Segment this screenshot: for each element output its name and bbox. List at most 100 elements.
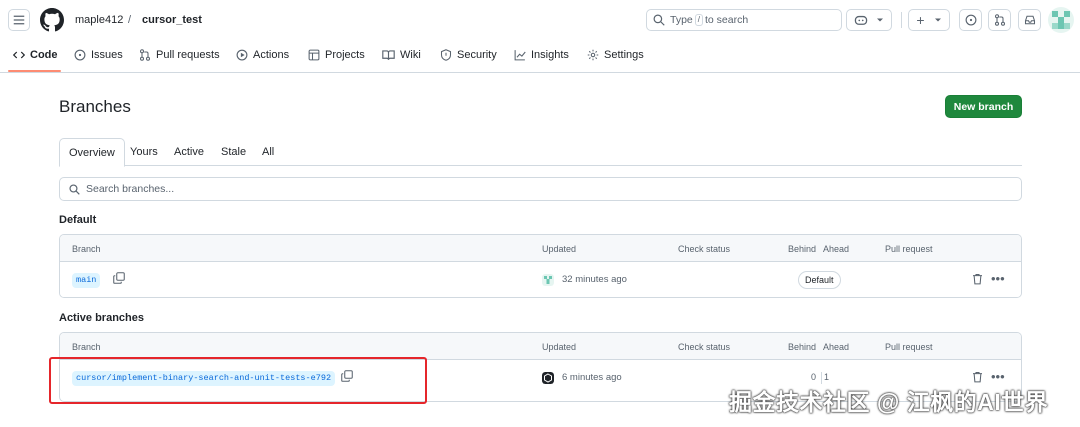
tab-wiki-label: Wiki <box>400 49 421 61</box>
column-pull-request: Pull request <box>885 244 933 254</box>
column-updated: Updated <box>542 342 577 352</box>
tab-security[interactable]: Security <box>440 49 497 61</box>
branch-filter-tabs: Overview Yours Active Stale All <box>59 138 1022 167</box>
more-options-icon[interactable]: ••• <box>991 271 1005 286</box>
default-branches-table: Branch Updated Check status Behind Ahead… <box>59 234 1022 298</box>
tab-all[interactable]: All <box>253 138 283 166</box>
projects-icon <box>308 49 320 61</box>
gear-icon <box>587 49 599 61</box>
search-branches-placeholder: Search branches... <box>86 183 175 195</box>
avatar[interactable] <box>1048 7 1074 33</box>
tab-overview[interactable]: Overview <box>59 138 125 167</box>
issues-button[interactable] <box>959 9 982 31</box>
column-pull-request: Pull request <box>885 342 933 352</box>
tab-code[interactable]: Code <box>13 49 58 61</box>
table-row: main 32 minutes ago Default ••• <box>60 262 1021 297</box>
actions-icon <box>236 49 248 61</box>
issue-icon <box>74 49 86 61</box>
default-section-label: Default <box>59 214 97 226</box>
column-ahead: Ahead <box>823 244 850 254</box>
copy-icon[interactable] <box>113 272 125 284</box>
global-header: maple412 / cursor_test Type / to search … <box>0 0 1080 40</box>
header-divider <box>901 12 902 28</box>
column-branch: Branch <box>72 342 101 352</box>
column-check-status: Check status <box>678 342 731 352</box>
updated-time: 6 minutes ago <box>562 372 622 383</box>
tab-insights-label: Insights <box>531 49 569 61</box>
breadcrumb-repo[interactable]: cursor_test <box>142 14 202 26</box>
default-badge: Default <box>798 271 841 289</box>
tab-issues-label: Issues <box>91 49 123 61</box>
graph-icon <box>514 50 526 61</box>
table-header: Branch Updated Check status Behind Ahead… <box>60 333 1021 360</box>
shield-icon <box>440 49 452 61</box>
new-branch-button[interactable]: New branch <box>945 95 1022 118</box>
plus-icon: + <box>916 12 925 28</box>
repo-nav: Code Issues Pull requests Actions Projec… <box>0 40 1080 73</box>
watermark-text: 掘金技术社区 @ 江枫的AI世界 <box>729 389 1049 415</box>
tab-settings[interactable]: Settings <box>587 49 644 61</box>
pull-request-icon <box>994 14 1005 26</box>
global-search-input[interactable]: Type / to search <box>646 9 842 31</box>
code-icon <box>13 51 25 59</box>
column-updated: Updated <box>542 244 577 254</box>
cursor-app-avatar <box>542 372 554 384</box>
ahead-count: 1 <box>824 372 830 382</box>
inbox-button[interactable] <box>1018 9 1041 31</box>
search-suffix: to search <box>705 14 749 26</box>
copilot-icon <box>854 15 868 25</box>
author-avatar <box>542 274 554 286</box>
page-title: Branches <box>59 97 131 116</box>
breadcrumb-separator: / <box>128 14 132 26</box>
column-check-status: Check status <box>678 244 731 254</box>
hamburger-icon <box>13 15 25 25</box>
tab-security-label: Security <box>457 49 497 61</box>
menu-button[interactable] <box>8 9 30 31</box>
tab-wiki[interactable]: Wiki <box>382 49 421 61</box>
tab-actions-label: Actions <box>253 49 290 61</box>
behind-count: 0 <box>811 372 817 382</box>
tab-stale[interactable]: Stale <box>212 138 255 166</box>
copilot-button[interactable] <box>846 9 892 31</box>
column-branch: Branch <box>72 244 101 254</box>
search-prefix: Type <box>670 14 693 26</box>
search-icon <box>653 14 665 26</box>
breadcrumb-owner[interactable]: maple412 <box>75 14 123 26</box>
chevron-down-icon <box>877 18 883 22</box>
annotation-highlight-box <box>49 357 427 404</box>
tab-projects-label: Projects <box>325 49 365 61</box>
tab-yours[interactable]: Yours <box>121 138 167 166</box>
tab-issues[interactable]: Issues <box>74 49 123 61</box>
chevron-down-icon <box>934 18 941 22</box>
github-logo-icon[interactable] <box>40 8 64 32</box>
updated-time: 32 minutes ago <box>562 274 627 285</box>
tab-code-label: Code <box>30 49 58 61</box>
wiki-icon <box>382 50 395 60</box>
column-ahead: Ahead <box>823 342 850 352</box>
more-options-icon[interactable]: ••• <box>991 369 1005 384</box>
column-behind: Behind <box>788 342 817 352</box>
search-shortcut-key: / <box>694 14 703 26</box>
search-icon <box>69 183 80 195</box>
active-tab-indicator <box>8 70 61 72</box>
active-section-label: Active branches <box>59 312 144 324</box>
branch-name-link[interactable]: main <box>72 273 101 288</box>
trash-icon[interactable] <box>972 273 983 285</box>
tab-pull-requests[interactable]: Pull requests <box>139 49 220 61</box>
identicon-icon <box>1052 11 1070 29</box>
search-branches-input[interactable]: Search branches... <box>59 177 1022 201</box>
tab-pull-requests-label: Pull requests <box>156 49 220 61</box>
create-new-button[interactable]: + <box>908 9 950 31</box>
issue-icon <box>965 14 976 26</box>
trash-icon[interactable] <box>972 371 983 383</box>
inbox-icon <box>1024 15 1035 25</box>
column-behind: Behind <box>788 244 817 254</box>
pull-requests-button[interactable] <box>988 9 1011 31</box>
tab-active[interactable]: Active <box>165 138 213 166</box>
tab-projects[interactable]: Projects <box>308 49 365 61</box>
tab-actions[interactable]: Actions <box>236 49 289 61</box>
tab-insights[interactable]: Insights <box>514 49 569 61</box>
table-header: Branch Updated Check status Behind Ahead… <box>60 235 1021 262</box>
tab-settings-label: Settings <box>604 49 644 61</box>
pull-request-icon <box>139 49 151 61</box>
